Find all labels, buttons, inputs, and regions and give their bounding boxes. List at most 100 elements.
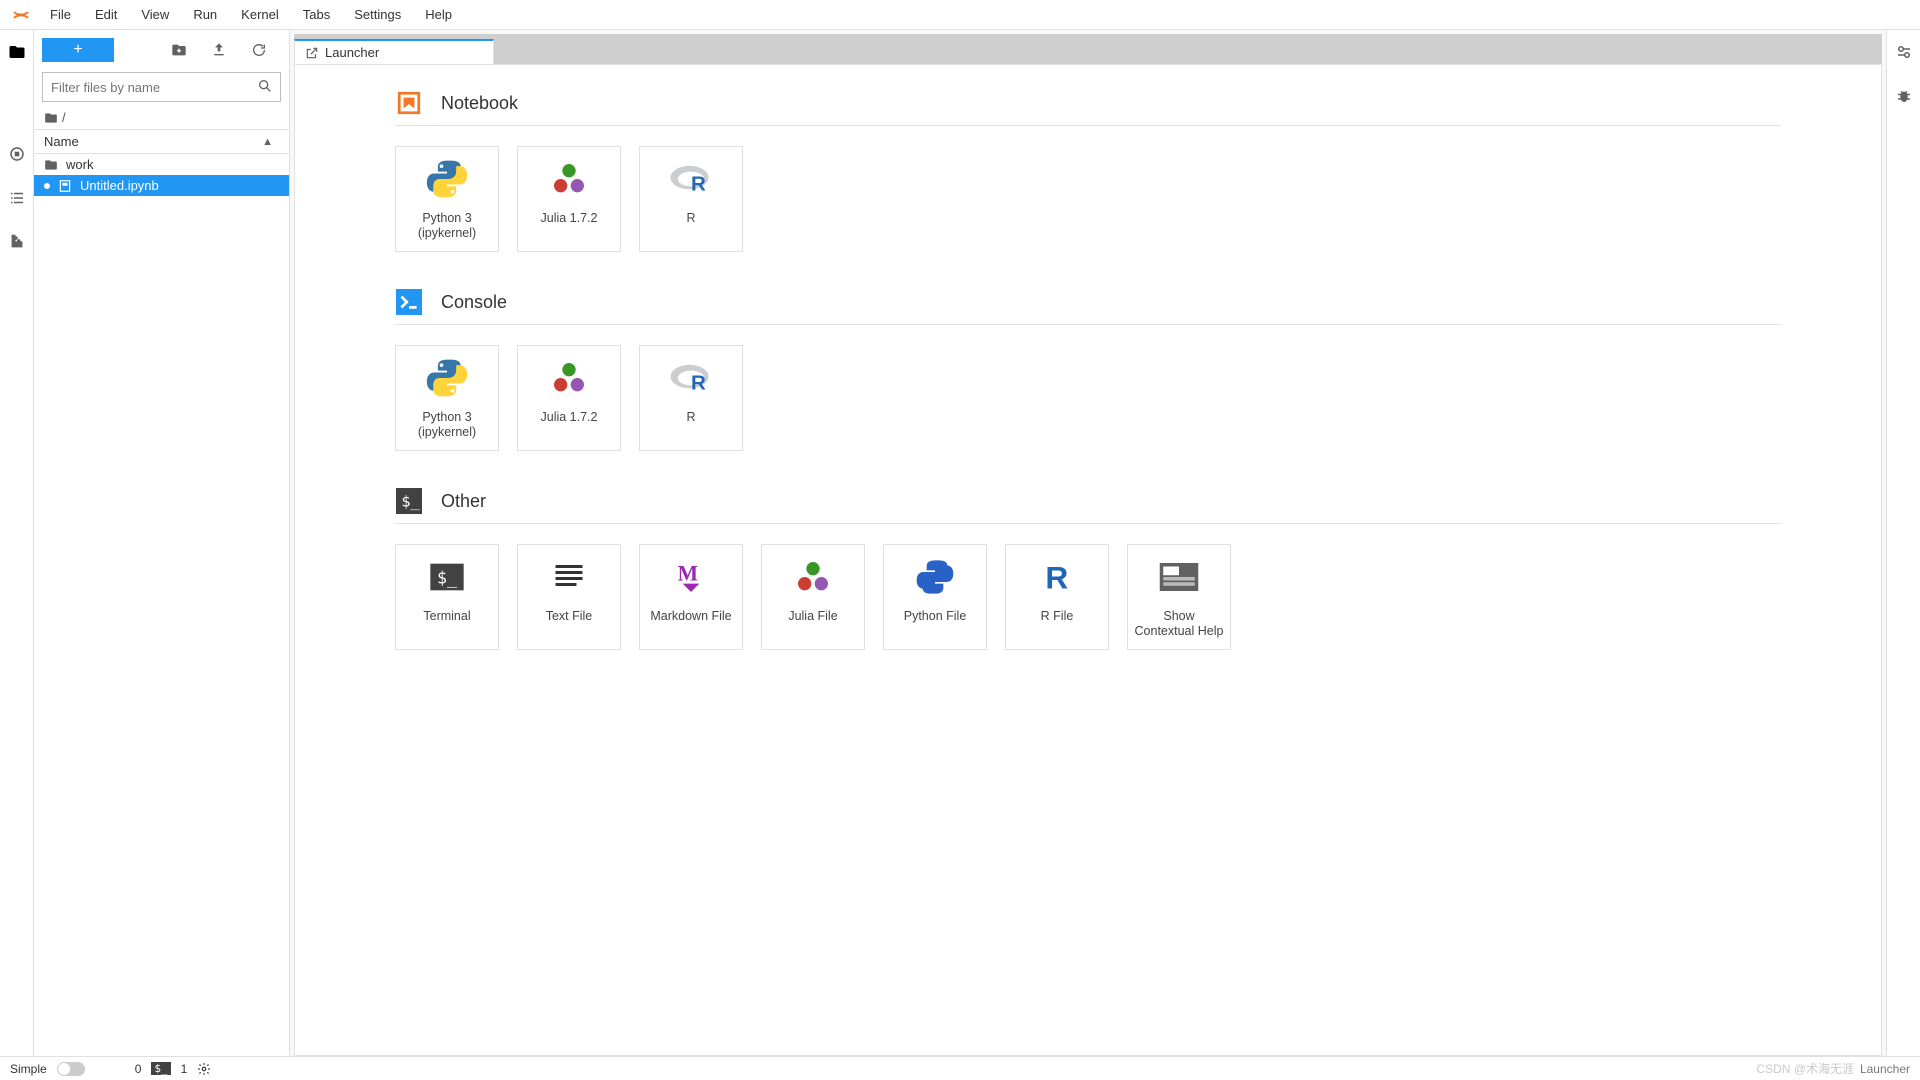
launcher-card-julia-file[interactable]: Julia File: [761, 544, 865, 650]
launcher-card-markdown-file[interactable]: M Markdown File: [639, 544, 743, 650]
launcher-section-other: $_ Other $_ Terminal Text File M Markdown File…: [395, 487, 1781, 650]
modified-dot-icon: [44, 183, 50, 189]
launcher-card-text-file[interactable]: Text File: [517, 544, 621, 650]
running-tab-icon[interactable]: [7, 144, 27, 164]
property-inspector-icon[interactable]: [1894, 42, 1914, 62]
launcher-card-show-contextual-help[interactable]: Show Contextual Help: [1127, 544, 1231, 650]
launcher-section-console: Console Python 3 (ipykernel) Julia 1.7.2 RR: [395, 288, 1781, 451]
terminal-icon: $_: [425, 555, 469, 599]
simple-mode-toggle[interactable]: [57, 1062, 85, 1076]
refresh-icon[interactable]: [249, 40, 269, 60]
tab-bar: Launcher: [294, 34, 1882, 64]
new-folder-icon[interactable]: [169, 40, 189, 60]
julia-icon: [547, 157, 591, 201]
launcher-card-julia-1-7-2[interactable]: Julia 1.7.2: [517, 345, 621, 451]
search-icon: [257, 78, 273, 94]
launcher-card-r[interactable]: RR: [639, 345, 743, 451]
r-icon: R: [669, 356, 713, 400]
r-icon: R: [669, 157, 713, 201]
file-list: work Untitled.ipynb: [34, 154, 289, 1056]
section-title: Notebook: [441, 93, 518, 114]
launcher-section-notebook: Notebook Python 3 (ipykernel) Julia 1.7.2 R…: [395, 89, 1781, 252]
card-label: Text File: [546, 609, 593, 624]
python-icon: [425, 157, 469, 201]
file-label: work: [66, 157, 93, 172]
launcher-card-python-file[interactable]: Python File: [883, 544, 987, 650]
terminal-icon: $_: [395, 487, 423, 515]
watermark: CSDN @术海无涯: [1756, 1060, 1854, 1077]
menu-tabs[interactable]: Tabs: [291, 3, 342, 26]
debugger-icon[interactable]: [1894, 86, 1914, 106]
file-label: Untitled.ipynb: [80, 178, 159, 193]
card-label: Markdown File: [650, 609, 731, 624]
folder-icon: [44, 158, 60, 172]
folder-tab-icon[interactable]: [7, 42, 27, 62]
launcher-card-terminal[interactable]: $_ Terminal: [395, 544, 499, 650]
launcher-card-r-file[interactable]: R R File: [1005, 544, 1109, 650]
card-label: R: [686, 211, 695, 226]
card-label: R File: [1041, 609, 1074, 624]
markdown-icon: M: [669, 555, 713, 599]
card-label: R: [686, 410, 695, 425]
textfile-icon: [547, 555, 591, 599]
svg-text:M: M: [678, 561, 698, 585]
section-title: Console: [441, 292, 507, 313]
card-label: Python File: [904, 609, 967, 624]
menu-help[interactable]: Help: [413, 3, 464, 26]
r-flat-icon: R: [1035, 555, 1079, 599]
file-browser: + / Name ▲ wor: [34, 30, 290, 1056]
console-icon: [395, 288, 423, 316]
menu-run[interactable]: Run: [181, 3, 229, 26]
status-bar: Simple 0 $_ 1 CSDN @术海无涯 Launcher: [0, 1056, 1920, 1080]
svg-text:R: R: [1045, 560, 1068, 596]
launcher-card-r[interactable]: RR: [639, 146, 743, 252]
upload-icon[interactable]: [209, 40, 229, 60]
jupyter-logo: [10, 4, 32, 26]
menu-edit[interactable]: Edit: [83, 3, 129, 26]
breadcrumbs[interactable]: /: [34, 106, 289, 129]
card-label: Python 3 (ipykernel): [402, 410, 492, 440]
card-label: Python 3 (ipykernel): [402, 211, 492, 241]
notebook-icon: [395, 89, 423, 117]
main-area: Launcher Notebook Python 3 (ipykernel) Jul…: [290, 30, 1886, 1056]
toc-tab-icon[interactable]: [7, 188, 27, 208]
simple-mode-label: Simple: [10, 1062, 47, 1076]
status-context-label: Launcher: [1860, 1062, 1910, 1076]
card-label: Julia 1.7.2: [541, 211, 598, 226]
sort-asc-icon: ▲: [262, 136, 273, 148]
right-activity-bar: [1886, 30, 1920, 1056]
card-label: Terminal: [423, 609, 470, 624]
breadcrumb-sep: /: [62, 110, 66, 125]
activity-bar: [0, 30, 34, 1056]
notebook-item[interactable]: Untitled.ipynb: [34, 175, 289, 196]
launcher-card-python-3-ipykernel-[interactable]: Python 3 (ipykernel): [395, 345, 499, 451]
card-label: Julia File: [788, 609, 837, 624]
file-list-header[interactable]: Name ▲: [34, 129, 289, 154]
python-flat-icon: [913, 555, 957, 599]
main-shell: + / Name ▲ wor: [0, 30, 1920, 1056]
settings-status-icon[interactable]: [197, 1062, 211, 1076]
julia-icon: [547, 356, 591, 400]
file-browser-toolbar: +: [34, 30, 289, 66]
tab-title: Launcher: [325, 45, 379, 60]
external-link-icon: [305, 46, 319, 60]
python-icon: [425, 356, 469, 400]
name-column-header[interactable]: Name: [44, 134, 262, 149]
folder-item[interactable]: work: [34, 154, 289, 175]
menu-file[interactable]: File: [38, 3, 83, 26]
new-launcher-button[interactable]: +: [42, 38, 114, 62]
extensions-tab-icon[interactable]: [7, 232, 27, 252]
tab-launcher[interactable]: Launcher: [294, 39, 494, 64]
menu-view[interactable]: View: [129, 3, 181, 26]
card-label: Julia 1.7.2: [541, 410, 598, 425]
svg-text:$_: $_: [437, 569, 458, 588]
menu-kernel[interactable]: Kernel: [229, 3, 291, 26]
menu-settings[interactable]: Settings: [342, 3, 413, 26]
file-filter-input[interactable]: [42, 72, 281, 102]
launcher-card-python-3-ipykernel-[interactable]: Python 3 (ipykernel): [395, 146, 499, 252]
section-title: Other: [441, 491, 486, 512]
terminal-count: 1: [181, 1062, 188, 1076]
svg-text:$_: $_: [401, 492, 420, 510]
launcher-card-julia-1-7-2[interactable]: Julia 1.7.2: [517, 146, 621, 252]
folder-icon: [44, 111, 58, 125]
